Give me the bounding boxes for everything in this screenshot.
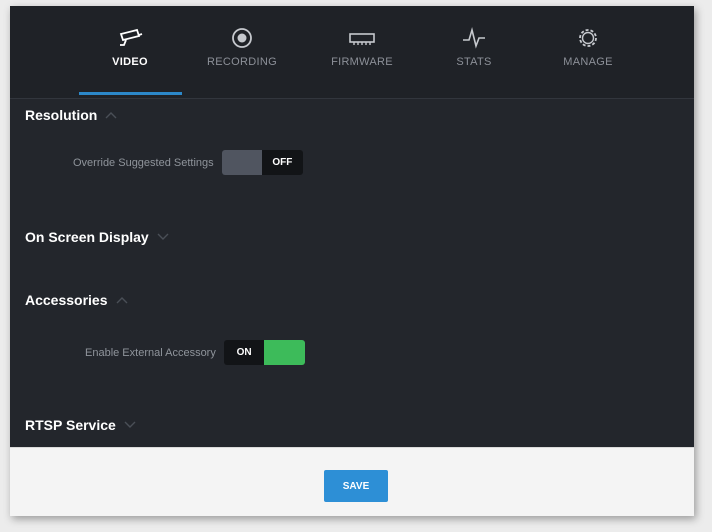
- setting-external-accessory: Enable External Accessory ON: [85, 340, 305, 365]
- active-tab-indicator: [79, 92, 182, 95]
- tab-firmware[interactable]: FIRMWARE: [314, 18, 410, 96]
- tab-firmware-label: FIRMWARE: [331, 56, 393, 68]
- settings-content: Resolution Override Suggested Settings O…: [10, 99, 694, 445]
- tab-bar: VIDEO RECORDING FIRMWARE STATS MANAGE: [10, 6, 694, 99]
- tab-video[interactable]: VIDEO: [82, 18, 178, 96]
- firmware-icon: [349, 33, 375, 45]
- section-resolution-title: Resolution: [25, 107, 98, 123]
- stats-icon: [463, 26, 485, 49]
- tab-recording[interactable]: RECORDING: [192, 18, 292, 96]
- override-toggle-state: OFF: [262, 150, 303, 175]
- chevron-up-icon: [105, 112, 117, 119]
- external-accessory-toggle[interactable]: ON: [223, 340, 305, 365]
- section-rtsp-service[interactable]: RTSP Service: [25, 417, 136, 433]
- camera-icon: [119, 28, 143, 46]
- camera-settings-window: VIDEO RECORDING FIRMWARE STATS MANAGE Re…: [10, 6, 694, 516]
- override-toggle[interactable]: OFF: [221, 150, 303, 175]
- toggle-knob: [221, 150, 263, 175]
- chevron-down-icon: [157, 233, 169, 240]
- chevron-down-icon: [124, 421, 136, 428]
- override-label: Override Suggested Settings: [73, 156, 214, 169]
- record-icon: [232, 28, 252, 48]
- external-accessory-label: Enable External Accessory: [85, 346, 216, 359]
- chevron-up-icon: [116, 297, 128, 304]
- external-accessory-toggle-state: ON: [223, 340, 265, 365]
- section-osd-title: On Screen Display: [25, 229, 149, 245]
- section-accessories[interactable]: Accessories: [25, 292, 128, 308]
- tab-recording-label: RECORDING: [207, 56, 277, 68]
- tab-stats[interactable]: STATS: [438, 18, 510, 96]
- setting-override-suggested: Override Suggested Settings OFF: [73, 150, 303, 175]
- toggle-knob: [264, 340, 305, 365]
- tab-manage-label: MANAGE: [563, 56, 613, 68]
- section-resolution[interactable]: Resolution: [25, 107, 117, 123]
- section-accessories-title: Accessories: [25, 292, 108, 308]
- save-button[interactable]: SAVE: [324, 470, 388, 502]
- tab-manage[interactable]: MANAGE: [548, 18, 628, 96]
- footer-bar: SAVE: [10, 447, 694, 516]
- tab-video-label: VIDEO: [112, 56, 148, 68]
- tab-stats-label: STATS: [456, 56, 492, 68]
- section-on-screen-display[interactable]: On Screen Display: [25, 229, 169, 245]
- gear-icon: [579, 29, 597, 47]
- section-rtsp-title: RTSP Service: [25, 417, 116, 433]
